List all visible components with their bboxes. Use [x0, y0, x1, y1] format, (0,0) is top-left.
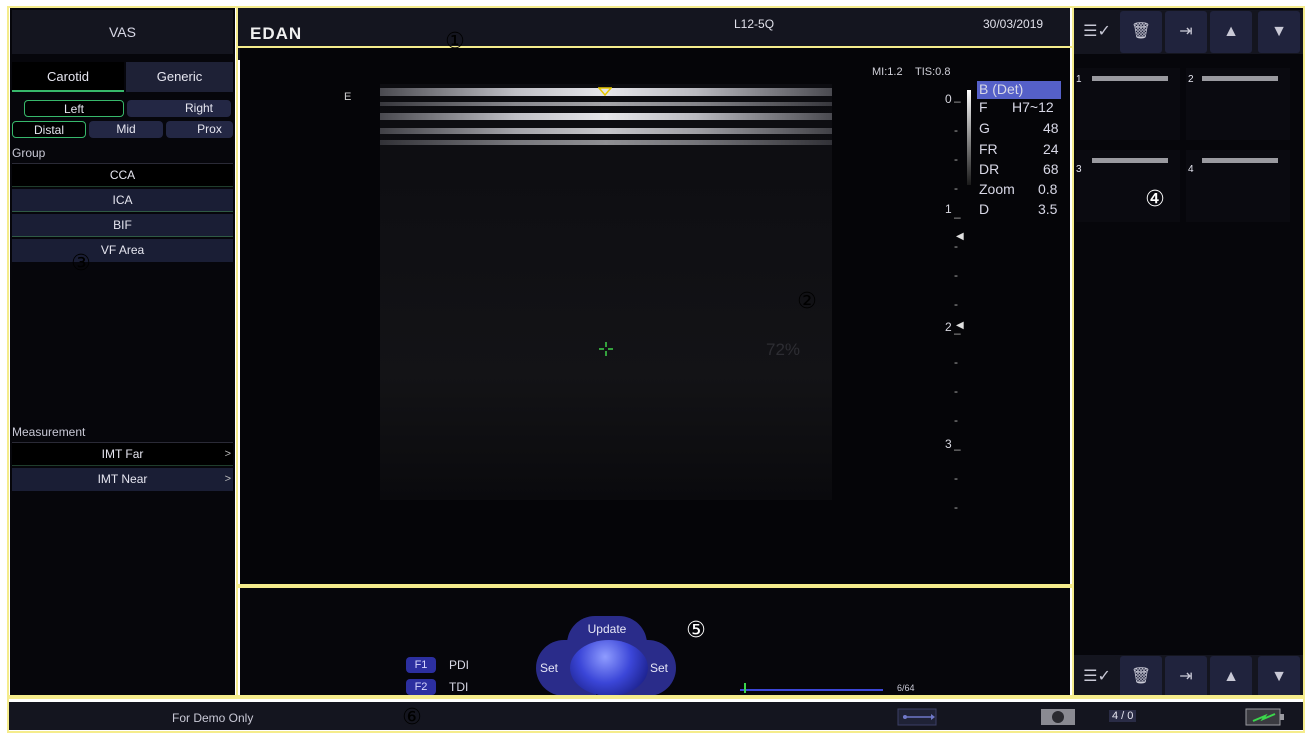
annotation-number: ⑥ — [402, 705, 422, 730]
trash-icon[interactable]: 🗑 — [1120, 11, 1162, 53]
focus-position-icon: ◀ — [956, 231, 964, 242]
thumbnail-stripe — [1092, 158, 1168, 163]
crosshair-icon[interactable] — [597, 340, 615, 358]
param-dr-value: 68 — [1043, 161, 1059, 177]
group-item-vf-area[interactable]: VF Area — [12, 239, 233, 262]
cine-frame-counter: 6/64 — [897, 683, 915, 693]
depth-label: 3 — [945, 437, 952, 451]
mi-value: MI:1.2 — [872, 66, 903, 78]
brand-logo: EDAN — [250, 24, 303, 43]
param-mode[interactable]: B (Det) — [979, 81, 1023, 97]
tis-value: TIS:0.8 — [915, 66, 951, 78]
trash-icon[interactable]: 🗑 — [1120, 656, 1162, 698]
storage-counter: 4 / 0 — [1109, 710, 1137, 722]
chevron-right-icon: > — [224, 448, 231, 460]
f1-key[interactable]: F1 — [406, 657, 436, 673]
grayscale-bar — [967, 90, 971, 185]
depth-label: 0 — [945, 92, 952, 106]
probe-label: L12-5Q — [734, 17, 775, 31]
measurement-label: IMT Far — [101, 447, 144, 461]
f1-label: PDI — [449, 658, 470, 672]
measurement-section-label: Measurement — [12, 425, 86, 439]
chevron-right-icon: > — [224, 473, 231, 485]
list-check-icon[interactable]: ☰✓ — [1076, 656, 1118, 698]
segment-prox-button[interactable]: Prox — [166, 121, 233, 138]
list-check-icon[interactable]: ☰✓ — [1076, 11, 1118, 53]
depth-label: 2 — [945, 320, 952, 334]
tissue-layer — [380, 113, 832, 120]
thumbnail-number: 1 — [1076, 74, 1082, 85]
thumbnail-2[interactable]: 2 — [1186, 68, 1290, 140]
focus-position-icon: ◀ — [956, 320, 964, 331]
param-f-value: H7~12 — [1012, 99, 1054, 115]
segment-distal-button[interactable]: Distal — [12, 121, 86, 138]
annotation-number: ① — [445, 29, 465, 54]
param-d-value: 3.5 — [1038, 201, 1058, 217]
param-g-key: G — [979, 120, 990, 136]
annotation-number: ⑤ — [686, 618, 706, 643]
thumbnail-4[interactable]: 4 — [1186, 150, 1290, 222]
annotation-number: ② — [797, 289, 817, 314]
param-g-value: 48 — [1043, 120, 1059, 136]
up-arrow-icon[interactable]: ▲ — [1210, 11, 1252, 53]
param-dr-key: DR — [979, 161, 1000, 177]
param-zoom-value: 0.8 — [1038, 181, 1058, 197]
thumbnail-stripe — [1202, 76, 1278, 81]
thumbnail-stripe — [1202, 158, 1278, 163]
export-icon[interactable]: ⇥ — [1165, 11, 1207, 53]
tab-carotid[interactable]: Carotid — [12, 62, 124, 92]
annotation-number: ③ — [71, 251, 91, 276]
focus-marker-icon — [598, 87, 612, 97]
f2-key[interactable]: F2 — [406, 679, 436, 695]
group-item-ica[interactable]: ICA — [12, 189, 233, 212]
trackball-left-label: Set — [540, 661, 559, 675]
group-item-bif[interactable]: BIF — [12, 214, 233, 237]
camera-icon[interactable] — [1040, 707, 1076, 727]
cine-slider-thumb[interactable] — [744, 683, 747, 693]
group-section-label: Group — [12, 146, 46, 160]
down-arrow-icon[interactable]: ▼ — [1258, 11, 1300, 53]
param-fr-value: 24 — [1043, 141, 1059, 157]
thumbnail-stripe — [1092, 76, 1168, 81]
measurement-item-imt-far[interactable]: IMT Far > — [12, 443, 233, 466]
up-arrow-icon[interactable]: ▲ — [1210, 656, 1252, 698]
battery-icon — [1245, 708, 1284, 726]
param-f-key: F — [979, 99, 988, 115]
panel-title: VAS — [12, 10, 233, 54]
export-icon[interactable]: ⇥ — [1165, 656, 1207, 698]
measurement-item-imt-near[interactable]: IMT Near > — [12, 468, 233, 491]
tissue-layer — [380, 128, 832, 134]
down-arrow-icon[interactable]: ▼ — [1258, 656, 1300, 698]
tissue-layer — [380, 140, 832, 145]
usb-icon — [897, 708, 937, 726]
tab-generic[interactable]: Generic — [126, 62, 233, 92]
ultrasound-image[interactable] — [380, 84, 832, 500]
param-zoom-key: Zoom — [979, 181, 1015, 197]
depth-ticks: – - - - – - - - – - - - – - - — [954, 94, 961, 514]
trackball-right-label: Set — [650, 661, 669, 675]
overlay-percent: 72% — [766, 340, 801, 359]
tissue-layer — [380, 102, 832, 106]
status-text: For Demo Only — [172, 711, 254, 725]
thumbnail-1[interactable]: 1 — [1076, 68, 1180, 140]
trackball[interactable] — [570, 640, 648, 696]
thumbnail-number: 2 — [1188, 74, 1194, 85]
f2-label: TDI — [449, 680, 469, 694]
orientation-mark: E — [344, 91, 352, 103]
param-d-key: D — [979, 201, 990, 217]
annotation-number: ④ — [1145, 187, 1165, 212]
segment-mid-button[interactable]: Mid — [89, 121, 163, 138]
side-left-button[interactable]: Left — [24, 100, 124, 117]
depth-label: 1 — [945, 202, 952, 216]
cine-slider-track[interactable] — [740, 689, 883, 691]
side-right-button[interactable]: Right — [127, 100, 231, 117]
date-label: 30/03/2019 — [983, 17, 1044, 31]
thumbnail-number: 3 — [1076, 164, 1082, 175]
param-fr-key: FR — [979, 141, 998, 157]
thumbnail-number: 4 — [1188, 164, 1194, 175]
group-item-cca[interactable]: CCA — [12, 164, 233, 187]
measurement-label: IMT Near — [97, 472, 148, 486]
